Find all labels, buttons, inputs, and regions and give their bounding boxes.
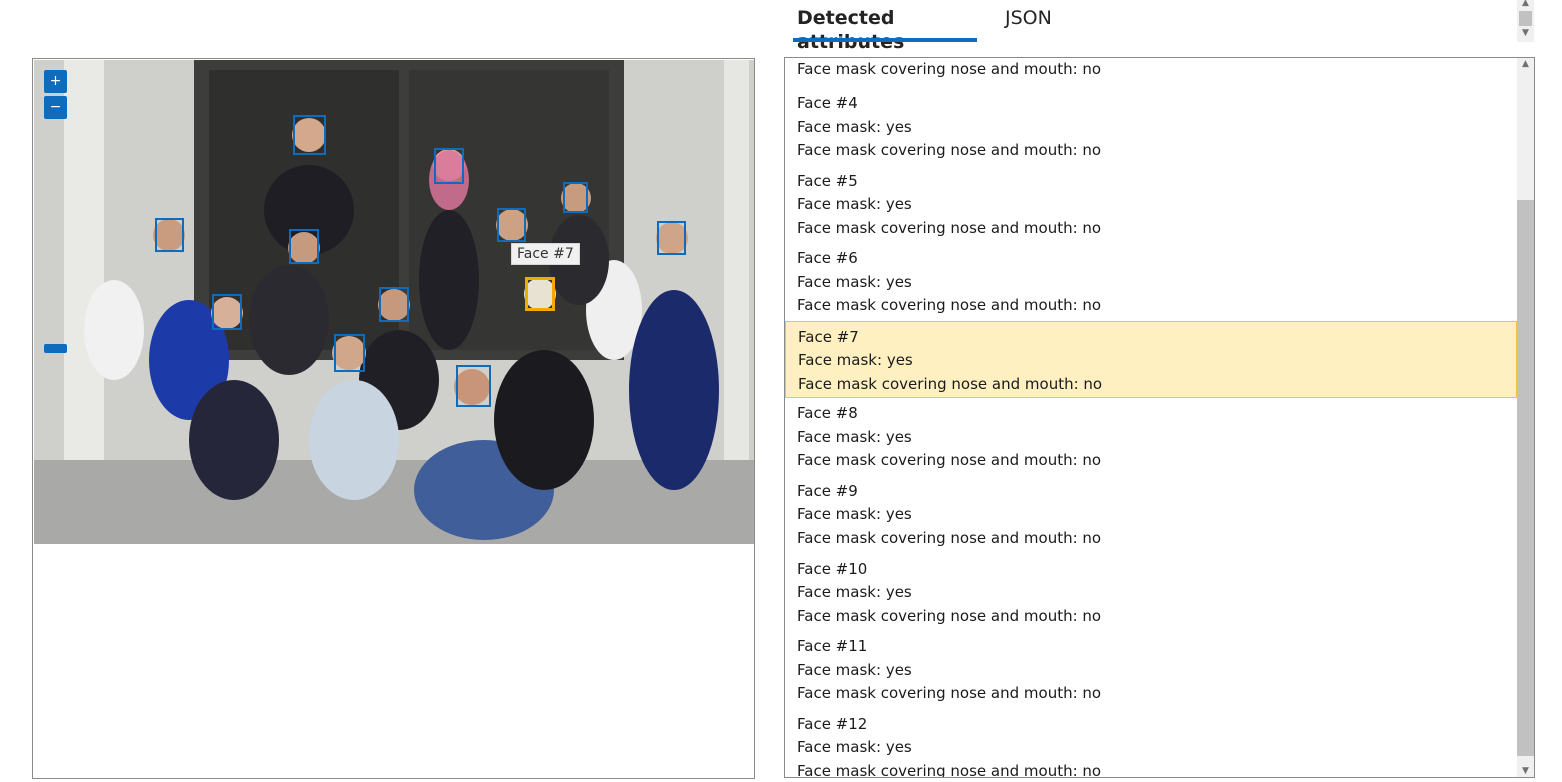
page-scrollbar[interactable]: ▲ ▼: [1517, 0, 1534, 42]
list-item[interactable]: Face #8 Face mask: yes Face mask covering …: [785, 398, 1517, 476]
face-title: Face #12: [797, 714, 868, 733]
face-title: Face #6: [797, 249, 858, 268]
image-viewer[interactable]: Face #7 + −: [32, 58, 755, 779]
mask-covering-line: Face mask covering nose and mouth: no: [797, 218, 1102, 237]
attributes-list: Face mask covering nose and mouth: no Fa…: [785, 58, 1517, 778]
face-box-4[interactable]: [289, 229, 319, 264]
scroll-up-icon[interactable]: ▲: [1517, 59, 1534, 69]
scrollbar-thumb[interactable]: [1519, 11, 1532, 26]
list-item: Face mask covering nose and mouth: no: [785, 58, 1517, 88]
zoom-out-button[interactable]: −: [44, 96, 67, 119]
scroll-down-icon[interactable]: ▼: [1517, 766, 1534, 776]
face-box-1[interactable]: [293, 115, 326, 155]
mask-covering-line: Face mask covering nose and mouth: no: [797, 761, 1102, 778]
face-title: Face #7: [798, 327, 859, 346]
mask-covering-line: Face mask covering nose and mouth: no: [797, 528, 1102, 547]
face-box-9[interactable]: [212, 294, 242, 330]
group-photo: Face #7: [34, 60, 754, 544]
scrollbar-thumb[interactable]: [1517, 200, 1534, 756]
face-mask-line: Face mask: yes: [798, 351, 913, 370]
face-title: Face #5: [797, 171, 858, 190]
list-item[interactable]: Face #6 Face mask: yes Face mask covering …: [785, 243, 1517, 321]
zoom-in-button[interactable]: +: [44, 70, 67, 93]
list-scrollbar[interactable]: ▲ ▼: [1517, 58, 1534, 777]
list-item[interactable]: Face #5 Face mask: yes Face mask covering …: [785, 166, 1517, 244]
list-item[interactable]: Face #4 Face mask: yes Face mask covering …: [785, 88, 1517, 166]
mask-covering-line: Face mask covering nose and mouth: no: [797, 451, 1102, 470]
zoom-slider-handle[interactable]: [44, 344, 67, 353]
scroll-up-icon[interactable]: ▲: [1517, 0, 1534, 8]
mask-covering-line: Face mask covering nose and mouth: no: [797, 684, 1102, 703]
face-mask-line: Face mask: yes: [797, 427, 912, 446]
active-tab-indicator: [793, 38, 977, 42]
face-box-8[interactable]: [657, 221, 686, 255]
face-mask-line: Face mask: yes: [797, 195, 912, 214]
face-box-12[interactable]: [456, 365, 491, 407]
mask-covering-line: Face mask covering nose and mouth: no: [797, 60, 1102, 78]
face-title: Face #11: [797, 637, 868, 656]
face-mask-line: Face mask: yes: [797, 117, 912, 136]
face-title: Face #8: [797, 404, 858, 423]
list-item[interactable]: Face #12 Face mask: yes Face mask covering…: [785, 709, 1517, 778]
face-mask-line: Face mask: yes: [797, 738, 912, 757]
list-item[interactable]: Face #11 Face mask: yes Face mask covering…: [785, 631, 1517, 709]
scroll-down-icon[interactable]: ▼: [1517, 28, 1534, 38]
face-title: Face #9: [797, 481, 858, 500]
face-box-10[interactable]: [379, 287, 409, 322]
mask-covering-line: Face mask covering nose and mouth: no: [798, 374, 1103, 393]
face-title: Face #4: [797, 94, 858, 112]
face-tooltip: Face #7: [511, 243, 580, 265]
face-box-11[interactable]: [334, 334, 365, 372]
mask-covering-line: Face mask covering nose and mouth: no: [797, 606, 1102, 625]
list-item-selected[interactable]: Face #7 Face mask: yes Face mask covering …: [785, 320, 1517, 399]
face-box-6[interactable]: [563, 182, 588, 213]
attributes-panel[interactable]: Face mask covering nose and mouth: no Fa…: [784, 57, 1535, 778]
list-item[interactable]: Face #10 Face mask: yes Face mask covering…: [785, 554, 1517, 632]
face-mask-line: Face mask: yes: [797, 660, 912, 679]
tab-detected-attributes[interactable]: Detected attributes: [797, 6, 904, 54]
list-item[interactable]: Face #9 Face mask: yes Face mask covering …: [785, 476, 1517, 554]
face-mask-line: Face mask: yes: [797, 272, 912, 291]
face-mask-line: Face mask: yes: [797, 583, 912, 602]
face-box-7-selected[interactable]: [525, 277, 555, 311]
tab-json[interactable]: JSON: [1005, 6, 1052, 30]
mask-covering-line: Face mask covering nose and mouth: no: [797, 296, 1102, 315]
face-box-5[interactable]: [497, 208, 526, 242]
face-title: Face #10: [797, 559, 868, 578]
face-mask-line: Face mask: yes: [797, 505, 912, 524]
face-box-2[interactable]: [434, 148, 464, 184]
mask-covering-line: Face mask covering nose and mouth: no: [797, 141, 1102, 159]
face-box-3[interactable]: [155, 218, 184, 252]
